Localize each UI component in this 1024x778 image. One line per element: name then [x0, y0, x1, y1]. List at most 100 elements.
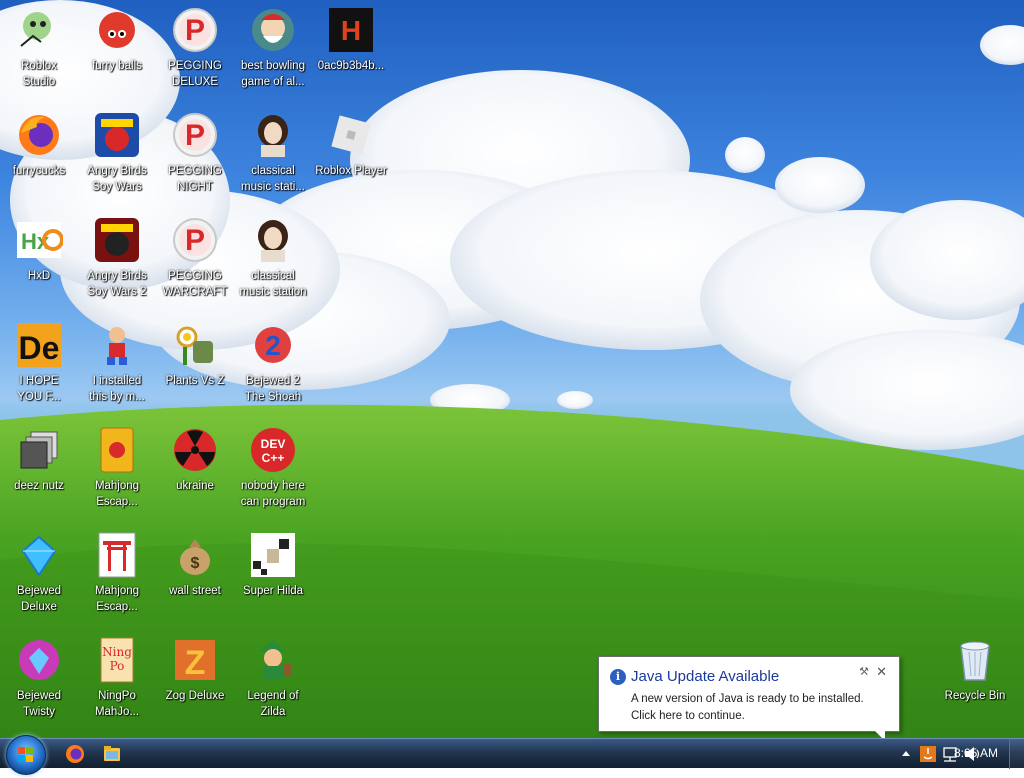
desktop-icon[interactable]: ukraine — [156, 420, 234, 520]
svg-text:2: 2 — [265, 330, 281, 361]
desktop-icon[interactable]: 2 Bejewed 2 The Shoah — [234, 315, 312, 415]
svg-text:P: P — [185, 224, 205, 257]
taskbar: 8:05 AM — [0, 735, 1024, 775]
desktop-icon[interactable]: Mahjong Escap... — [78, 420, 156, 520]
desktop-icon-label: best bowling game of al... — [241, 60, 305, 88]
money-bag-icon: $ — [171, 531, 219, 579]
angry-birds-star-wars-icon — [93, 111, 141, 159]
show-desktop-button[interactable] — [1009, 739, 1024, 769]
desktop-icon[interactable]: Angry Birds Soy Wars 2 — [78, 210, 156, 310]
svg-text:De: De — [19, 330, 60, 366]
desktop-icon[interactable]: Ning Po NingPo MahJo... — [78, 630, 156, 730]
desktop-icon[interactable]: best bowling game of al... — [234, 0, 312, 100]
desktop-icon[interactable]: deez nutz — [0, 420, 78, 520]
balloon-body[interactable]: A new version of Java is ready to be ins… — [631, 691, 864, 725]
svg-text:$: $ — [191, 555, 200, 572]
svg-text:P: P — [185, 14, 205, 47]
close-icon[interactable]: ✕ — [876, 665, 887, 680]
java-update-balloon[interactable]: i Java Update Available ⚒ ✕ A new versio… — [598, 656, 900, 732]
recycle-bin-icon — [951, 636, 999, 684]
desktop-icon[interactable]: De I HOPE YOU F... — [0, 315, 78, 415]
desktop-icon-label: classical music station — [239, 270, 307, 298]
angry-birds-star-wars-2-icon — [93, 216, 141, 264]
desktop-icon[interactable]: furrycucks — [0, 105, 78, 205]
options-icon[interactable]: ⚒ — [859, 665, 869, 678]
desktop-icon[interactable]: Bejewed Deluxe — [0, 525, 78, 625]
taskbar-firefox-button[interactable] — [60, 742, 90, 766]
desktop-icon[interactable]: Roblox Studio — [0, 0, 78, 100]
show-hidden-icon[interactable] — [902, 751, 910, 756]
zelda-character-icon — [249, 636, 297, 684]
desktop-icon-label: ukraine — [176, 480, 214, 492]
twist-gem-icon — [15, 636, 63, 684]
desktop-icon[interactable]: Legend of Zilda — [234, 630, 312, 730]
desktop-icon[interactable]: I installed this by m... — [78, 315, 156, 415]
desktop-icon[interactable]: classical music stati... — [234, 105, 312, 205]
clock[interactable]: 8:05 AM — [954, 746, 998, 760]
desktop-icon-label: Legend of Zilda — [247, 690, 299, 718]
desktop-icon-label: Recycle Bin — [944, 690, 1006, 702]
desktop-icon[interactable]: Roblox Player — [312, 105, 390, 205]
torii-gate-icon — [93, 531, 141, 579]
hxd-icon: Hx — [15, 216, 64, 264]
desktop-icon-label: wall street — [169, 585, 221, 597]
desktop-icon-label: furrycucks — [12, 165, 66, 177]
svg-text:Z: Z — [185, 644, 206, 682]
pegging-p-icon: P — [171, 216, 219, 264]
desktop-icon[interactable]: Super Hilda — [234, 525, 312, 625]
desktop-icon-label: Angry Birds Soy Wars 2 — [87, 270, 147, 298]
desktop-icon-label: PEGGING DELUXE — [168, 60, 222, 88]
desktop-icon[interactable]: Angry Birds Soy Wars — [78, 105, 156, 205]
desktop-icon[interactable]: Recycle Bin — [936, 630, 1014, 730]
plants-vs-zombies-icon — [171, 321, 219, 369]
desktop-icon-label: PEGGING WARCRAFT — [162, 270, 228, 298]
desktop-icon[interactable]: P PEGGING DELUXE — [156, 0, 234, 100]
desktop-icon[interactable]: Bejewed Twisty — [0, 630, 78, 730]
desktop-icon-label: Zog Deluxe — [165, 690, 225, 702]
desktop-icon-label: HxD — [27, 270, 51, 282]
java-tray-icon[interactable] — [920, 746, 936, 762]
desktop-icon[interactable]: P PEGGING NIGHT — [156, 105, 234, 205]
desktop-icon[interactable]: Mahjong Escap... — [78, 525, 156, 625]
desktop-icon[interactable]: Hx HxD — [0, 210, 78, 310]
svg-text:P: P — [185, 119, 205, 152]
info-icon: i — [610, 669, 626, 685]
taskbar-explorer-button[interactable] — [97, 742, 127, 766]
bejeweled-2-icon: 2 — [249, 321, 297, 369]
desktop-icon[interactable]: P PEGGING WARCRAFT — [156, 210, 234, 310]
windows-logo-icon — [18, 747, 33, 762]
desktop-icon-label: Angry Birds Soy Wars — [87, 165, 147, 193]
desktop-icon-label: NingPo MahJo... — [94, 690, 140, 718]
svg-text:H: H — [341, 15, 361, 46]
pixel-art-icon — [249, 531, 297, 579]
dev-cpp-icon: DEV C++ — [249, 426, 297, 474]
svg-text:C++: C++ — [262, 451, 285, 465]
de-icon: De — [15, 321, 63, 369]
bowling-santa-icon — [249, 6, 297, 54]
svg-text:DEV: DEV — [261, 437, 286, 451]
desktop-icon-label: 0ac9b3b4b... — [317, 60, 385, 72]
desktop-icon[interactable]: Plants Vs Z — [156, 315, 234, 415]
roblox-studio-icon — [15, 6, 63, 54]
desktop-icon[interactable]: Z Zog Deluxe — [156, 630, 234, 730]
pegging-p-icon: P — [171, 6, 219, 54]
blue-gem-icon — [15, 531, 63, 579]
desktop-icon-label: Super Hilda — [242, 585, 304, 597]
balloon-title[interactable]: Java Update Available — [631, 668, 779, 685]
pegging-p-icon: P — [171, 111, 219, 159]
desktop-icon[interactable]: H 0ac9b3b4b... — [312, 0, 390, 100]
desktop-icon-label: nobody here can program — [240, 480, 306, 508]
radiation-icon — [171, 426, 219, 474]
start-button[interactable] — [6, 735, 46, 775]
desktop-icon[interactable]: classical music station — [234, 210, 312, 310]
classical-portrait-icon — [249, 111, 297, 159]
mahjong-tile-icon — [93, 426, 141, 474]
desktop-icon-label: Roblox Player — [315, 165, 387, 177]
desktop-icon[interactable]: $ wall street — [156, 525, 234, 625]
desktop-icon[interactable]: DEV C++ nobody here can program — [234, 420, 312, 520]
desktop-icon-label: deez nutz — [14, 480, 64, 492]
ningpo-tile-icon: Ning Po — [93, 636, 141, 684]
desktop-icon-label: I HOPE YOU F... — [17, 375, 61, 403]
desktop-icon-label: Bejewed Twisty — [16, 690, 62, 718]
desktop-icon[interactable]: furry balls — [78, 0, 156, 100]
